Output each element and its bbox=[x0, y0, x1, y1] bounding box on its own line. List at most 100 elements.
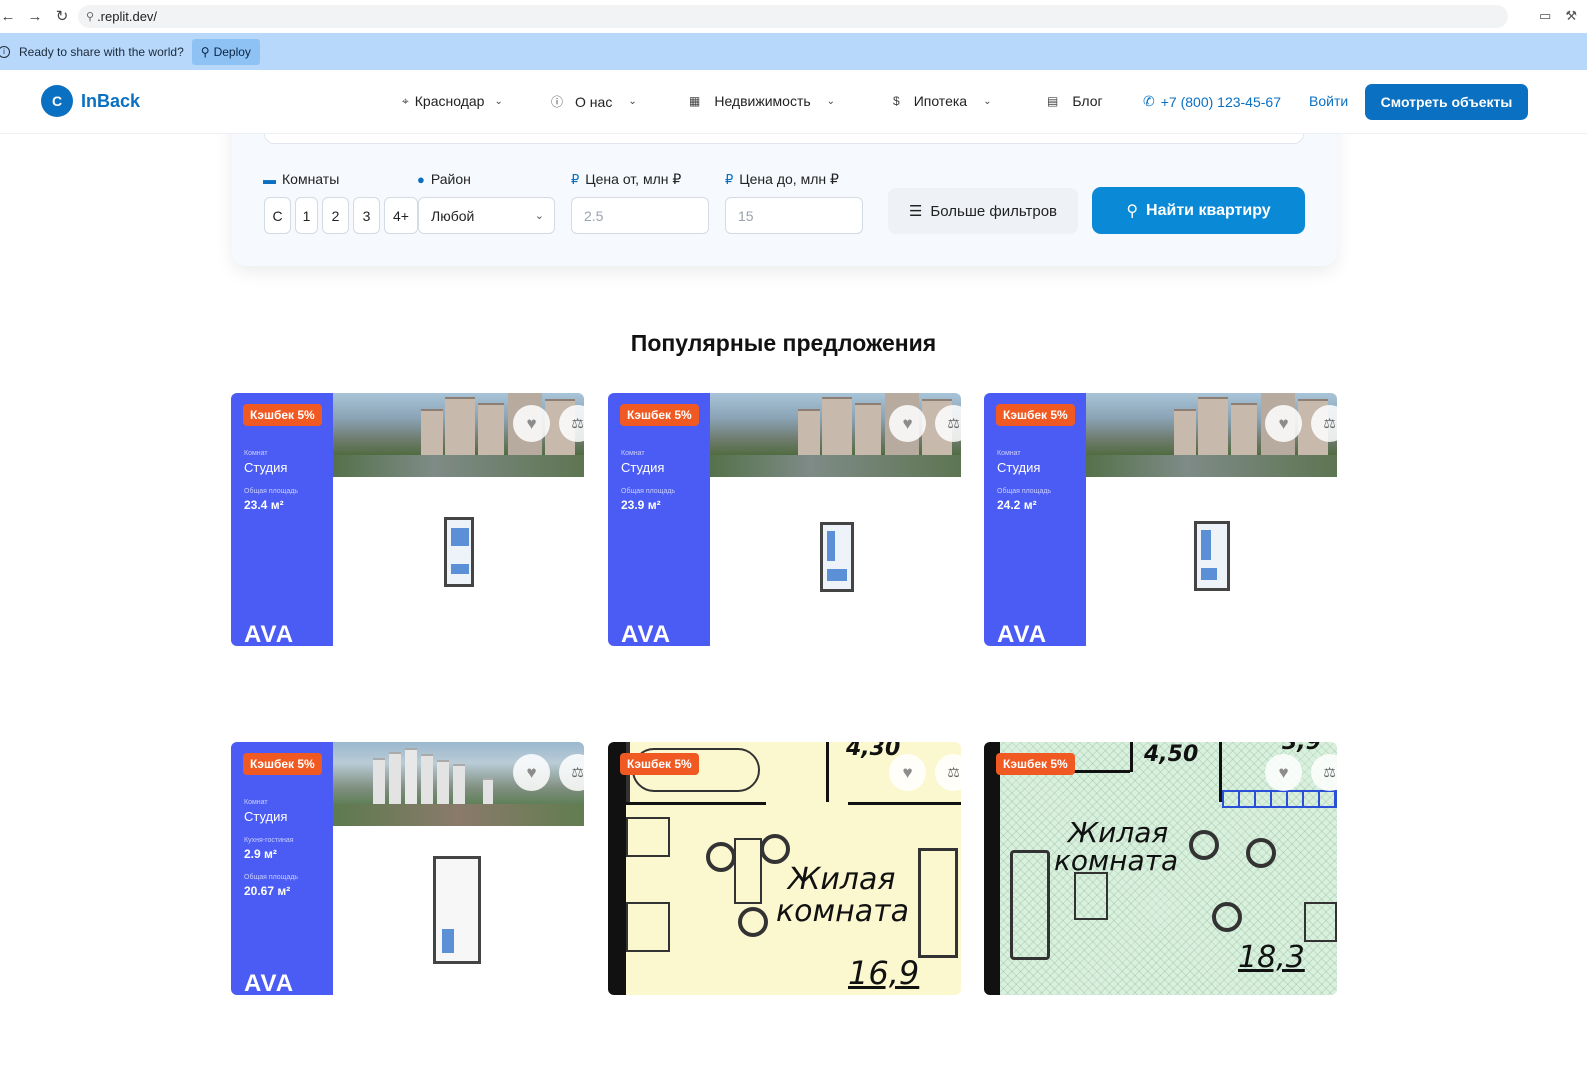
deploy-banner: i Ready to share with the world? ⚲ Deplo… bbox=[0, 33, 1587, 70]
rooms-value: Студия bbox=[997, 460, 1041, 475]
info-circle-icon: ⓘ bbox=[551, 95, 564, 109]
floor-plan-image bbox=[710, 477, 961, 646]
cashback-badge: Кэшбек 5% bbox=[620, 753, 699, 775]
heart-icon[interactable]: ♥ bbox=[1265, 754, 1302, 791]
dollar-circle-icon: $ bbox=[893, 94, 900, 108]
rooms-caption: Комнат bbox=[244, 799, 268, 806]
listing-card[interactable]: Комнат Студия Кухня-гостиная 2.9 м² Обща… bbox=[231, 742, 584, 995]
reload-icon[interactable]: ↻ bbox=[49, 3, 75, 29]
nav-about[interactable]: ⓘ О нас ⌄ bbox=[551, 93, 637, 110]
chevron-down-icon: ⌄ bbox=[826, 95, 836, 107]
rooms-caption: Комнат bbox=[244, 450, 268, 457]
nav-realty[interactable]: ▦ Недвижимость ⌄ bbox=[689, 93, 835, 109]
heart-icon[interactable]: ♥ bbox=[513, 754, 550, 791]
nav-mortgage[interactable]: $ Ипотека ⌄ bbox=[893, 93, 991, 109]
price-from-label: ₽ Цена от, млн ₽ bbox=[571, 171, 681, 188]
location-pin-icon: ● bbox=[417, 171, 425, 187]
card-info-panel: Комнат Студия Общая площадь 24.2 м² AVA bbox=[984, 393, 1086, 646]
plan-room-label: комната bbox=[776, 894, 909, 929]
rooms-value: Студия bbox=[244, 460, 288, 475]
area-caption: Общая площадь bbox=[621, 488, 676, 495]
more-filters-button[interactable]: ☰ Больше фильтров bbox=[888, 188, 1078, 234]
kitchen-value: 2.9 м² bbox=[244, 847, 277, 861]
card-info-panel: Комнат Студия Кухня-гостиная 2.9 м² Обща… bbox=[231, 742, 333, 995]
area-caption: Общая площадь bbox=[244, 874, 299, 881]
logo[interactable]: C InBack bbox=[41, 85, 140, 117]
brand-logo: AVA bbox=[244, 970, 295, 995]
listing-card[interactable]: Комнат Студия Общая площадь 23.4 м² AVA … bbox=[231, 393, 584, 646]
room-button-4plus[interactable]: 4+ bbox=[384, 197, 418, 234]
building-photo bbox=[1086, 393, 1337, 477]
more-filters-label: Больше фильтров bbox=[930, 202, 1058, 220]
newspaper-icon: ▤ bbox=[1047, 94, 1059, 108]
chevron-down-icon: ⌄ bbox=[494, 95, 503, 107]
rooms-caption: Комнат bbox=[621, 450, 645, 457]
heart-icon[interactable]: ♥ bbox=[889, 754, 926, 791]
wrench-icon[interactable]: ⚒ bbox=[1565, 8, 1577, 24]
listing-card[interactable]: Комнат Студия Общая площадь 24.2 м² AVA … bbox=[984, 393, 1337, 646]
nav-blog[interactable]: ▤ Блог bbox=[1047, 93, 1103, 109]
rooms-label: ▬ Комнаты bbox=[263, 171, 339, 187]
kitchen-caption: Кухня-гостиная bbox=[244, 837, 294, 844]
browser-toolbar: ← → ↻ ⚲ .replit.dev/ ▭ ⚒ bbox=[0, 0, 1587, 33]
sliders-icon: ☰ bbox=[908, 203, 923, 220]
plan-dimension: 3,9 bbox=[1282, 742, 1321, 755]
cashback-badge: Кэшбек 5% bbox=[996, 753, 1075, 775]
find-apartment-button[interactable]: ⚲ Найти квартиру bbox=[1092, 187, 1305, 234]
price-to-input[interactable]: 15 bbox=[725, 197, 863, 234]
district-label: ● Район bbox=[417, 171, 471, 187]
district-select[interactable]: Любой ⌄ bbox=[418, 197, 555, 234]
room-button-1[interactable]: 1 bbox=[295, 197, 318, 234]
plan-area-value: 18,3 bbox=[1238, 940, 1305, 975]
building-photo bbox=[333, 742, 584, 826]
nav-about-label: О нас bbox=[575, 93, 613, 110]
rooms-caption: Комнат bbox=[997, 450, 1021, 457]
nav-city[interactable]: ⌖ Краснодар ⌄ bbox=[402, 93, 503, 109]
devices-icon[interactable]: ▭ bbox=[1539, 8, 1551, 24]
chevron-down-icon: ⌄ bbox=[628, 96, 637, 107]
plan-area-value: 16,9 bbox=[848, 954, 920, 992]
forward-icon[interactable]: → bbox=[22, 3, 48, 29]
logo-text: InBack bbox=[81, 90, 141, 111]
price-from-label-text: Цена от, млн ₽ bbox=[585, 171, 682, 187]
listing-card[interactable]: 4,50 3,9 Жилая комната 18,3 Кэшбек 5% ♥ … bbox=[984, 742, 1337, 995]
area-value: 23.4 м² bbox=[244, 498, 284, 512]
listing-card[interactable]: 4,30 Жилая комната 16,9 Кэшбек 5% ♥ ⚖ bbox=[608, 742, 961, 995]
rooms-label-text: Комнаты bbox=[282, 171, 340, 187]
deploy-label: Deploy bbox=[213, 44, 251, 59]
rooms-value: Студия bbox=[621, 460, 665, 475]
bed-icon: ▬ bbox=[263, 171, 276, 187]
heart-icon[interactable]: ♥ bbox=[889, 405, 926, 442]
room-button-studio[interactable]: С bbox=[264, 197, 291, 234]
deploy-button[interactable]: ⚲ Deploy bbox=[191, 38, 260, 65]
area-value: 24.2 м² bbox=[997, 498, 1037, 512]
section-title: Популярные предложения bbox=[630, 330, 937, 356]
info-icon: i bbox=[0, 45, 10, 58]
phone-link[interactable]: ✆ +7 (800) 123-45-67 bbox=[1143, 93, 1281, 110]
view-objects-button[interactable]: Смотреть объекты bbox=[1365, 84, 1528, 120]
floor-plan-image bbox=[1086, 477, 1337, 646]
login-link[interactable]: Войти bbox=[1309, 93, 1348, 109]
heart-icon[interactable]: ♥ bbox=[513, 405, 550, 442]
heart-icon[interactable]: ♥ bbox=[1265, 405, 1302, 442]
room-button-2[interactable]: 2 bbox=[322, 197, 349, 234]
price-to-label: ₽ Цена до, млн ₽ bbox=[725, 171, 839, 188]
brand-logo: AVA bbox=[621, 621, 672, 646]
plan-room-label: Жилая bbox=[788, 862, 896, 897]
listing-card[interactable]: Комнат Студия Общая площадь 23.9 м² AVA … bbox=[608, 393, 961, 646]
phone-number: +7 (800) 123-45-67 bbox=[1160, 93, 1281, 110]
back-icon[interactable]: ← bbox=[0, 3, 21, 29]
district-value: Любой bbox=[431, 207, 475, 224]
plan-dimension: 4,50 bbox=[1144, 742, 1199, 767]
district-label-text: Район bbox=[430, 171, 471, 187]
price-from-input[interactable]: 2.5 bbox=[571, 197, 709, 234]
logo-mark: C bbox=[41, 85, 73, 117]
building-photo bbox=[333, 393, 584, 477]
deploy-icon: ⚲ bbox=[200, 44, 210, 59]
ruble-icon: ₽ bbox=[725, 171, 734, 187]
room-button-3[interactable]: 3 bbox=[353, 197, 380, 234]
plan-dimension: 4,30 bbox=[846, 742, 901, 761]
area-caption: Общая площадь bbox=[997, 488, 1052, 495]
address-bar[interactable]: ⚲ .replit.dev/ bbox=[78, 5, 1508, 28]
area-value: 20.67 м² bbox=[244, 884, 291, 898]
